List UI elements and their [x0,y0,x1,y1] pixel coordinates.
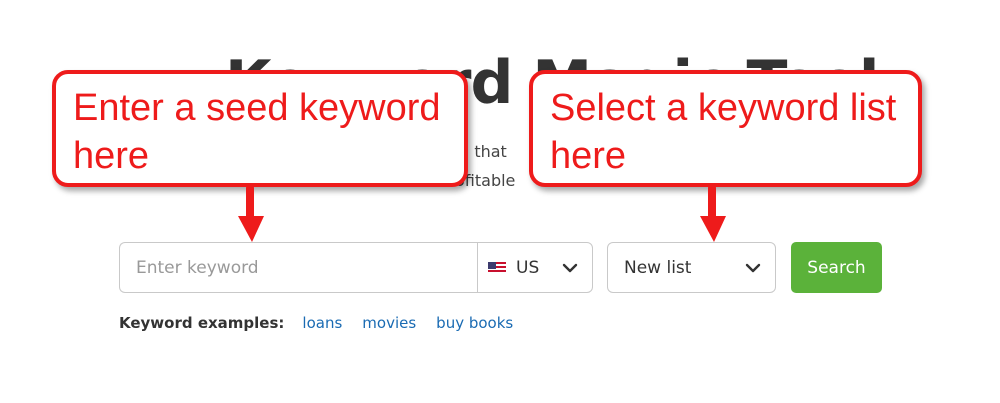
country-select[interactable]: US [477,242,593,293]
example-link-buy-books[interactable]: buy books [436,314,513,332]
callout-keyword-list-line-1: Select a keyword list [550,87,897,129]
search-button[interactable]: Search [791,242,882,293]
example-link-loans[interactable]: loans [302,314,342,332]
keyword-list-select[interactable]: New list [607,242,776,293]
arrow-down-icon [238,186,264,242]
keyword-examples: Keyword examples: loans movies buy books [119,314,533,332]
callout-seed-keyword-line-1: Enter a seed keyword [73,87,441,129]
callout-keyword-list-line-2: here [550,135,627,177]
keyword-list-select-value: New list [624,257,692,278]
example-link-movies[interactable]: movies [362,314,416,332]
keyword-input[interactable] [119,242,478,293]
chevron-down-icon [562,263,578,273]
callout-seed-keyword-line-2: here [73,135,150,177]
callout-seed-keyword: Enter a seed keyword here [52,70,468,187]
arrow-down-icon [700,186,726,242]
callout-keyword-list: Select a keyword list here [529,70,922,187]
country-select-value: US [516,257,540,278]
us-flag-icon [488,261,506,274]
chevron-down-icon [745,263,761,273]
keyword-examples-label: Keyword examples: [119,314,285,332]
